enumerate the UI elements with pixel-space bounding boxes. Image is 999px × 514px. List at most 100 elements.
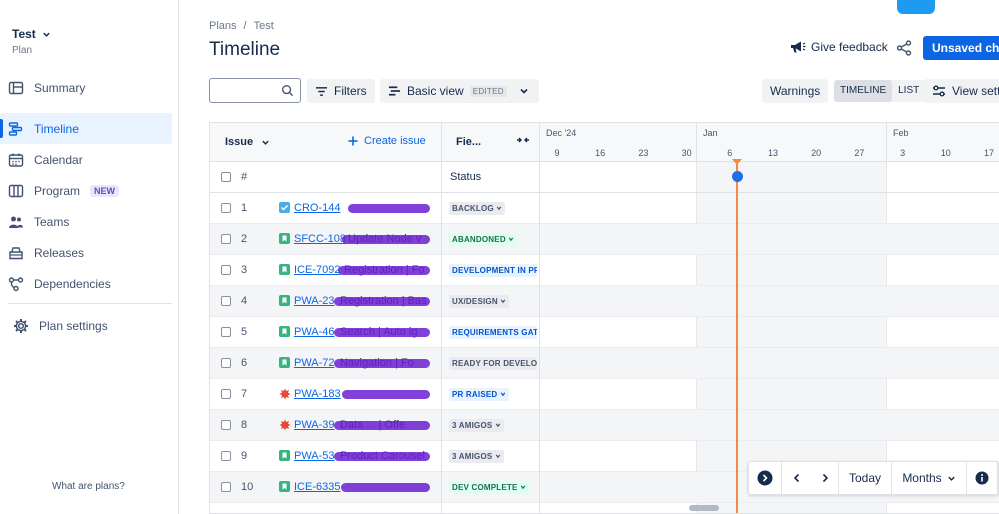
sidebar-item-calendar[interactable]: Calendar: [0, 144, 172, 175]
info-button[interactable]: [967, 462, 997, 494]
timeline-icon: [8, 121, 23, 136]
day-label: 30: [681, 148, 692, 158]
filters-label: Filters: [334, 84, 367, 98]
sidebar-item-label: Program: [34, 183, 81, 198]
chevron-down-icon: [520, 88, 528, 94]
issue-column: [210, 123, 442, 513]
give-feedback-button[interactable]: Give feedback: [790, 40, 888, 54]
megaphone-icon: [791, 41, 806, 53]
today-button[interactable]: Today: [839, 462, 891, 494]
filter-icon: [316, 86, 327, 96]
sliders-icon: [933, 85, 945, 97]
give-feedback-label: Give feedback: [811, 40, 888, 54]
field-column: [442, 123, 540, 513]
zoom-months-dropdown[interactable]: Months: [892, 462, 966, 494]
view-icon: [388, 86, 401, 96]
day-label: 9: [554, 148, 560, 158]
unsaved-changes-label: Unsaved changes: [932, 41, 999, 55]
unsaved-changes-button[interactable]: Unsaved changes: [923, 36, 999, 60]
nav-divider: [997, 461, 998, 495]
today-marker-arrow: [732, 159, 742, 165]
list-mode-button[interactable]: LIST: [892, 80, 925, 102]
sidebar-item-label: Plan settings: [39, 318, 108, 333]
today-marker-dot[interactable]: [732, 171, 743, 182]
sidebar-item-label: Releases: [34, 245, 85, 260]
warnings-button[interactable]: Warnings: [762, 79, 829, 103]
sidebar-item-label: Teams: [34, 214, 70, 229]
day-label: 23: [638, 148, 649, 158]
month-divider: [886, 123, 887, 162]
sidebar-divider: [8, 303, 172, 304]
previous-button[interactable]: [782, 462, 812, 494]
chevron-right-icon: [822, 473, 829, 483]
next-button[interactable]: [812, 462, 838, 494]
what-are-plans-link[interactable]: What are plans?: [52, 481, 125, 492]
plan-title[interactable]: Test: [12, 27, 51, 41]
basic-view-button[interactable]: Basic view EDITED: [380, 79, 539, 103]
breadcrumb-test[interactable]: Test: [254, 20, 274, 32]
share-button[interactable]: [896, 40, 912, 59]
day-label: 20: [811, 148, 822, 158]
sidebar-item-label: Timeline: [34, 121, 79, 136]
jump-button[interactable]: [749, 462, 781, 494]
sidebar: Test Plan Summary Timeline Calendar Prog…: [0, 0, 179, 514]
breadcrumb: Plans / Test: [209, 20, 274, 32]
info-icon: [975, 471, 989, 485]
sidebar-item-timeline[interactable]: Timeline: [0, 113, 172, 144]
day-label: 10: [940, 148, 951, 158]
program-icon: [8, 184, 24, 197]
day-label: 6: [727, 148, 733, 158]
chevron-left-icon: [793, 473, 800, 483]
zoom-level-label: Months: [902, 471, 942, 485]
sidebar-item-teams[interactable]: Teams: [0, 206, 172, 237]
summary-icon: [8, 81, 24, 94]
teams-icon: [9, 216, 23, 228]
plan-type: Plan: [12, 45, 33, 56]
sidebar-item-dependencies[interactable]: Dependencies: [0, 268, 172, 299]
day-label: 17: [983, 148, 995, 158]
help-button[interactable]: [897, 0, 935, 14]
chevron-down-icon: [43, 32, 50, 37]
horizontal-scrollbar[interactable]: [689, 505, 719, 511]
dependencies-icon: [8, 276, 24, 291]
page-title: Timeline: [209, 39, 281, 60]
calendar-icon: [8, 153, 24, 167]
sidebar-item-program[interactable]: Program NEW: [0, 175, 172, 206]
warnings-label: Warnings: [770, 84, 821, 98]
gear-icon: [14, 318, 28, 333]
timeline-grid: 1CRO-144BACKLOG 2SFCC-108Update Node vAB…: [209, 122, 999, 514]
sidebar-item-summary[interactable]: Summary: [0, 72, 172, 103]
plan-name: Test: [12, 27, 36, 41]
timeline-mode-button[interactable]: TIMELINE: [834, 80, 893, 102]
month-label-jan: Jan: [703, 128, 718, 138]
chevron-down-icon: [947, 476, 955, 481]
basic-view-label: Basic view: [407, 84, 464, 98]
day-label: 3: [900, 148, 906, 158]
share-icon: [896, 40, 912, 56]
day-label: 27: [854, 148, 865, 158]
sidebar-item-releases[interactable]: Releases: [0, 237, 172, 268]
new-badge: NEW: [90, 184, 120, 197]
plan-header[interactable]: Test Plan: [12, 27, 51, 56]
breadcrumb-separator: /: [243, 20, 247, 32]
today-marker-line: [736, 160, 738, 513]
month-label-dec: Dec '24: [546, 128, 577, 138]
view-settings-button[interactable]: View settings: [924, 79, 999, 103]
sidebar-item-label: Summary: [34, 80, 86, 95]
sidebar-item-label: Calendar: [34, 152, 83, 167]
edited-badge: EDITED: [469, 85, 507, 97]
search-input[interactable]: [209, 78, 301, 103]
view-mode-toggle: TIMELINE LIST: [834, 80, 926, 102]
sidebar-item-plan-settings[interactable]: Plan settings: [0, 310, 172, 341]
releases-icon: [9, 246, 23, 259]
sidebar-item-label: Dependencies: [34, 276, 111, 291]
search-icon: [281, 84, 294, 97]
timeline-navigation: Today Months: [748, 461, 999, 495]
day-label: 13: [767, 148, 779, 158]
breadcrumb-plans[interactable]: Plans: [209, 20, 237, 32]
month-divider: [696, 123, 697, 162]
day-label: 16: [595, 148, 606, 158]
month-label-feb: Feb: [893, 128, 909, 138]
filters-button[interactable]: Filters: [307, 79, 375, 103]
view-settings-label: View settings: [952, 84, 999, 98]
